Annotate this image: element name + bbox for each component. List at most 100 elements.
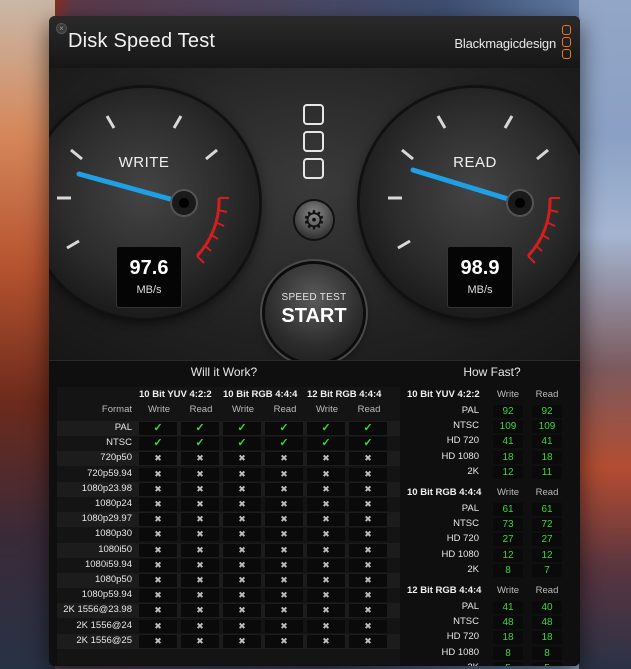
read-col-header: Read — [357, 404, 381, 415]
check-icon: ✓ — [139, 422, 177, 435]
title-bar[interactable]: × Disk Speed Test Blackmagicdesign — [49, 16, 580, 69]
cross-icon: ✖ — [139, 558, 177, 572]
cross-icon: ✖ — [349, 452, 387, 466]
table-row: HD 720 41 41 — [407, 434, 577, 449]
format-name: 1080p59.94 — [81, 589, 132, 601]
write-speed-value: 18 — [493, 450, 523, 464]
cross-icon: ✖ — [181, 604, 219, 618]
table-row: HD 1080 18 18 — [407, 450, 577, 465]
will-it-work-title: Will it Work? — [190, 365, 258, 379]
table-row: HD 1080 8 8 — [407, 646, 577, 661]
cross-icon: ✖ — [349, 589, 387, 603]
read-col-header: Read — [535, 389, 559, 400]
cross-icon: ✖ — [223, 558, 261, 572]
table-row: 1080p30 ✖ ✖ ✖ ✖ ✖ ✖ — [57, 527, 400, 542]
write-col-header: Write — [497, 487, 519, 498]
table-row: 1080p59.94 ✖ ✖ ✖ ✖ ✖ ✖ — [57, 588, 400, 603]
results-panels: Will it Work? How Fast? Format 10 Bit YU… — [49, 360, 580, 666]
gear-icon[interactable]: ⚙ — [295, 201, 333, 239]
desktop-wallpaper-right — [579, 0, 631, 669]
read-col-header: Read — [535, 585, 559, 596]
cross-icon: ✖ — [265, 634, 303, 648]
cross-icon: ✖ — [265, 558, 303, 572]
table-row: 1080p29.97 ✖ ✖ ✖ ✖ ✖ ✖ — [57, 512, 400, 528]
start-button[interactable]: SPEED TEST START — [265, 264, 363, 362]
format-name: 1080i59.94 — [84, 558, 132, 570]
brand-name: Blackmagicdesign — [454, 36, 556, 51]
cross-icon: ✖ — [139, 498, 177, 511]
format-header: Format — [101, 404, 132, 415]
fast-group-header: 10 Bit YUV 4:2:2 — [407, 389, 480, 400]
start-button-caption: SPEED TEST — [281, 292, 347, 303]
cross-icon: ✖ — [265, 482, 303, 496]
table-row: 2K 1556@25 ✖ ✖ ✖ ✖ ✖ ✖ — [57, 633, 400, 649]
format-name: 1080i50 — [98, 543, 132, 555]
cross-icon: ✖ — [349, 543, 387, 557]
menu-squares-icon[interactable] — [303, 104, 325, 185]
desktop-wallpaper-left — [0, 0, 55, 669]
read-speed-value: 92 — [532, 405, 562, 418]
write-speed-value: 8 — [493, 646, 523, 660]
write-speed-value: 8 — [493, 563, 523, 577]
table-row: 720p59.94 ✖ ✖ ✖ ✖ ✖ ✖ — [57, 467, 400, 482]
cross-icon: ✖ — [307, 482, 345, 496]
how-fast-table: 10 Bit YUV 4:2:2 Write Read PAL 92 92 NTSC 109 1… — [407, 387, 577, 666]
format-name: NTSC — [106, 437, 132, 449]
table-row: PAL 61 61 — [407, 502, 577, 517]
cross-icon: ✖ — [181, 482, 219, 496]
write-speed-value: 92 — [493, 405, 523, 418]
cross-icon: ✖ — [181, 467, 219, 481]
read-col-header: Read — [189, 404, 213, 415]
cross-icon: ✖ — [265, 589, 303, 603]
cross-icon: ✖ — [307, 619, 345, 633]
format-name: 2K — [467, 563, 479, 575]
table-row: 1080p50 ✖ ✖ ✖ ✖ ✖ ✖ — [57, 573, 400, 588]
cross-icon: ✖ — [223, 619, 261, 633]
check-icon: ✓ — [265, 437, 303, 451]
table-row: 2K 8 7 — [407, 563, 577, 578]
read-speed-value: 61 — [532, 503, 562, 516]
close-icon[interactable]: × — [56, 23, 67, 34]
table-row: 2K 1556@23.98 ✖ ✖ ✖ ✖ ✖ ✖ — [57, 603, 400, 619]
format-name: HD 720 — [446, 533, 479, 545]
cross-icon: ✖ — [265, 574, 303, 587]
cross-icon: ✖ — [307, 589, 345, 603]
write-gauge: WRITE 97.6 MB/s — [49, 88, 259, 318]
cross-icon: ✖ — [349, 604, 387, 618]
write-unit: MB/s — [136, 284, 162, 296]
write-speed-value: 5 — [493, 661, 523, 666]
cross-icon: ✖ — [139, 528, 177, 542]
cross-icon: ✖ — [265, 452, 303, 466]
format-name: 720p50 — [100, 452, 132, 464]
cross-icon: ✖ — [139, 634, 177, 648]
table-row: 1080i50 ✖ ✖ ✖ ✖ ✖ ✖ — [57, 542, 400, 558]
table-row: 2K 5 5 — [407, 661, 577, 666]
cross-icon: ✖ — [349, 528, 387, 542]
cross-icon: ✖ — [139, 574, 177, 587]
cross-icon: ✖ — [181, 513, 219, 527]
cross-icon: ✖ — [139, 513, 177, 527]
write-col-header: Write — [232, 404, 254, 415]
start-button-label: START — [281, 305, 347, 327]
will-group-header: 10 Bit RGB 4:4:4 — [223, 389, 298, 400]
write-speed-value: 18 — [493, 631, 523, 645]
check-icon: ✓ — [349, 422, 387, 435]
format-name: NTSC — [453, 518, 479, 530]
format-name: 2K 1556@23.98 — [63, 604, 132, 616]
table-row: PAL 41 40 — [407, 600, 577, 615]
will-group-header: 10 Bit YUV 4:2:2 — [139, 389, 212, 400]
cross-icon: ✖ — [139, 604, 177, 618]
format-name: 2K — [467, 465, 479, 477]
read-needle — [410, 167, 521, 205]
read-speed-value: 41 — [532, 435, 562, 449]
cross-icon: ✖ — [265, 604, 303, 618]
read-speed-value: 18 — [532, 450, 562, 464]
read-speed-value: 48 — [532, 616, 562, 630]
cross-icon: ✖ — [223, 589, 261, 603]
read-speed-value: 27 — [532, 533, 562, 547]
read-speed-value: 7 — [532, 563, 562, 577]
read-unit: MB/s — [467, 284, 493, 296]
table-row: 1080i59.94 ✖ ✖ ✖ ✖ ✖ ✖ — [57, 558, 400, 573]
write-speed-value: 27 — [493, 533, 523, 547]
format-name: 1080p50 — [95, 574, 132, 585]
